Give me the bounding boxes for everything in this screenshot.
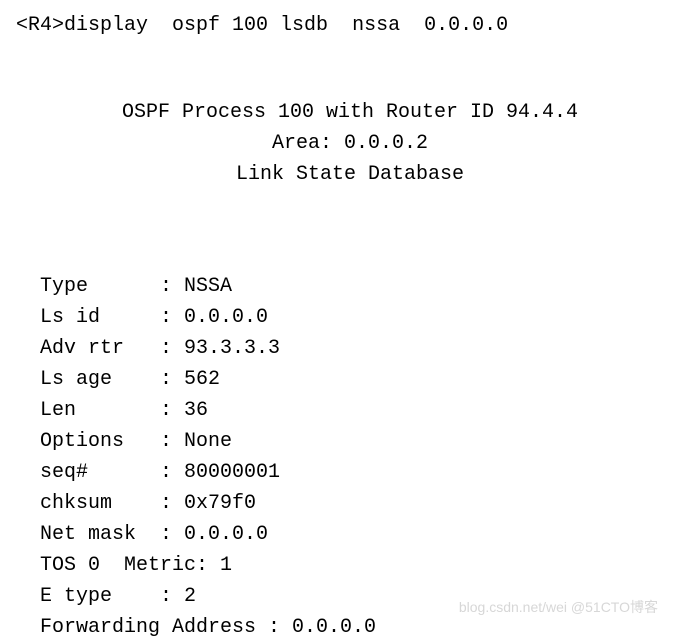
field-row-len: Len : 36 (40, 399, 208, 422)
field-row-type: Type : NSSA (40, 275, 232, 298)
field-row-options: Options : None (40, 430, 232, 453)
type-label: Type : (40, 275, 184, 298)
seq-label: seq# : (40, 461, 184, 484)
len-value: 36 (184, 399, 208, 422)
command-text: display ospf 100 lsdb nssa 0.0.0.0 (64, 14, 508, 37)
lsdb-fields: Type : NSSA Ls id : 0.0.0.0 Adv rtr : 93… (40, 240, 684, 643)
header-line-1: OSPF Process 100 with Router ID 94.4.4 (122, 101, 578, 124)
fwd-value: 0.0.0.0 (292, 616, 376, 639)
etype-label: E type : (40, 585, 184, 608)
prompt: <R4> (16, 14, 64, 37)
field-row-lsid: Ls id : 0.0.0.0 (40, 306, 268, 329)
output-header: OSPF Process 100 with Router ID 94.4.4 A… (16, 66, 684, 190)
advrtr-label: Adv rtr : (40, 337, 184, 360)
header-line-3: Link State Database (236, 163, 464, 186)
type-value: NSSA (184, 275, 232, 298)
field-row-etype: E type : 2 (40, 585, 196, 608)
header-line-2: Area: 0.0.0.2 (272, 132, 428, 155)
advrtr-value: 93.3.3.3 (184, 337, 280, 360)
chksum-label: chksum : (40, 492, 184, 515)
len-label: Len : (40, 399, 184, 422)
field-row-advrtr: Adv rtr : 93.3.3.3 (40, 337, 280, 360)
field-row-tos: TOS 0 Metric: 1 (40, 554, 232, 577)
field-row-seq: seq# : 80000001 (40, 461, 280, 484)
lsid-label: Ls id : (40, 306, 184, 329)
lsid-value: 0.0.0.0 (184, 306, 268, 329)
etype-value: 2 (184, 585, 196, 608)
field-row-chksum: chksum : 0x79f0 (40, 492, 256, 515)
options-label: Options : (40, 430, 184, 453)
field-row-lsage: Ls age : 562 (40, 368, 220, 391)
field-row-netmask: Net mask : 0.0.0.0 (40, 523, 268, 546)
seq-value: 80000001 (184, 461, 280, 484)
netmask-value: 0.0.0.0 (184, 523, 268, 546)
lsage-label: Ls age : (40, 368, 184, 391)
options-value: None (184, 430, 232, 453)
watermark-text: blog.csdn.net/wei @51CTO博客 (459, 596, 658, 618)
chksum-value: 0x79f0 (184, 492, 256, 515)
field-row-fwd: Forwarding Address : 0.0.0.0 (40, 616, 376, 639)
command-line: <R4>display ospf 100 lsdb nssa 0.0.0.0 (16, 10, 684, 42)
lsage-value: 562 (184, 368, 220, 391)
fwd-label: Forwarding Address : (40, 616, 292, 639)
netmask-label: Net mask : (40, 523, 184, 546)
